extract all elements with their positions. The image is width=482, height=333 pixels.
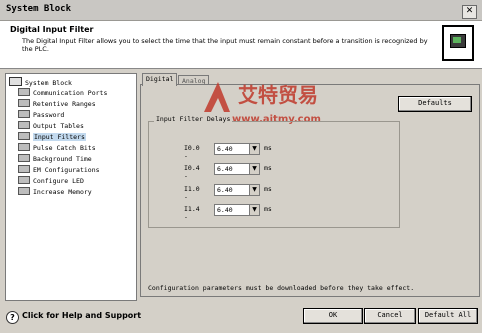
filter-unit: ms	[264, 205, 272, 213]
help-icon: ?	[6, 311, 19, 324]
filter-input-label: I1.0 -	[184, 185, 200, 201]
tree-item-retentive-ranges[interactable]: Retentive Ranges	[18, 99, 96, 108]
watermark-mark	[204, 82, 230, 112]
chevron-down-icon[interactable]: ▼	[249, 164, 259, 174]
tree-item-communication-ports[interactable]: Communication Ports	[18, 88, 107, 97]
header-panel: Digital Input Filter The Digital Input F…	[0, 21, 482, 69]
chevron-down-icon[interactable]: ▼	[249, 185, 259, 195]
input-filter-group-label: Input Filter Delays	[154, 115, 233, 123]
filter-delay-select-i0-0[interactable]: 6.40 ▼	[214, 143, 260, 155]
plc-chip-icon	[442, 25, 474, 61]
tree-item-pulse-catch-bits[interactable]: Pulse Catch Bits	[18, 143, 96, 152]
tree-root[interactable]: System Block	[9, 77, 72, 87]
filter-unit: ms	[264, 185, 272, 193]
chevron-down-icon[interactable]: ▼	[249, 205, 259, 215]
module-icon	[18, 88, 30, 96]
filter-input-label: I0.0 -	[184, 144, 200, 160]
module-icon	[18, 165, 30, 173]
page-title: Digital Input Filter	[10, 25, 94, 34]
page-description: The Digital Input Filter allows you to s…	[22, 37, 428, 53]
tree-item-em-configurations[interactable]: EM Configurations	[18, 165, 100, 174]
filter-delay-select-i1-4[interactable]: 6.40 ▼	[214, 204, 260, 216]
tree-item-background-time[interactable]: Background Time	[18, 154, 92, 163]
window-title: System Block	[6, 4, 72, 14]
tree-item-password[interactable]: Password	[18, 110, 64, 119]
filter-unit: ms	[264, 164, 272, 172]
system-block-icon	[9, 77, 22, 86]
cancel-button[interactable]: Cancel	[364, 308, 416, 324]
filter-delay-select-i0-4[interactable]: 6.40 ▼	[214, 163, 260, 175]
module-icon	[18, 176, 30, 184]
module-icon	[18, 110, 30, 118]
title-bar: System Block ✕	[0, 0, 482, 21]
module-icon	[18, 99, 30, 107]
tree-item-increase-memory[interactable]: Increase Memory	[18, 187, 92, 196]
defaults-button[interactable]: Defaults	[398, 96, 472, 112]
module-icon	[18, 154, 30, 162]
ok-button[interactable]: OK	[303, 308, 363, 324]
tree-item-configure-led[interactable]: Configure LED	[18, 176, 84, 185]
chevron-down-icon[interactable]: ▼	[249, 144, 259, 154]
module-icon	[18, 132, 30, 140]
filter-unit: ms	[264, 144, 272, 152]
watermark-logo-text: 艾特贸易	[238, 83, 318, 107]
filter-input-label: I1.4 -	[184, 205, 200, 221]
help-link[interactable]: ? Click for Help and Support	[6, 311, 141, 324]
download-note: Configuration parameters must be downloa…	[148, 284, 415, 292]
tree-item-output-tables[interactable]: Output Tables	[18, 121, 84, 130]
close-button[interactable]: ✕	[462, 5, 477, 19]
module-icon	[18, 187, 30, 195]
module-icon	[18, 121, 30, 129]
navigation-tree: System Block Communication Ports Retenti…	[5, 73, 137, 301]
module-icon	[18, 143, 30, 151]
filter-input-label: I0.4 -	[184, 164, 200, 180]
filter-delay-select-i1-0[interactable]: 6.40 ▼	[214, 184, 260, 196]
tree-item-input-filters[interactable]: Input Filters	[18, 132, 86, 141]
tab-digital[interactable]: Digital	[142, 73, 178, 86]
default-all-button[interactable]: Default All	[418, 308, 478, 324]
